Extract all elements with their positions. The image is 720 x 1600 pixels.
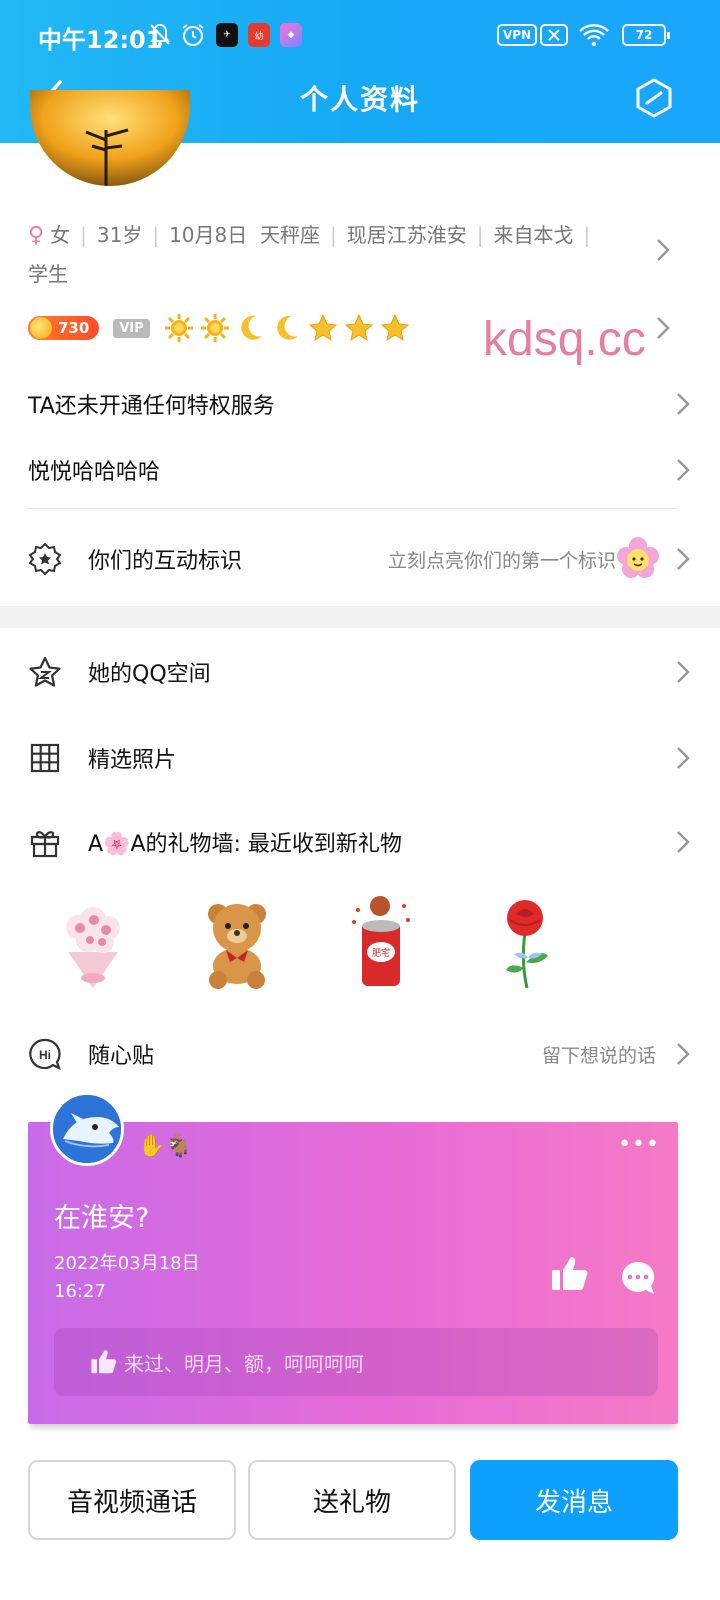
gift-wall-row[interactable]: A🌸A的礼物墙: 最近收到新礼物 (28, 820, 692, 864)
sticky-note-row[interactable]: Hi 随心贴 留下想说的话 (28, 1032, 692, 1076)
chevron-right-icon (657, 317, 670, 339)
profile-info[interactable]: ♀ 女 | 31岁 | 10月8日 天秤座 | 现居江苏淮安 | 来自本戈 |学生 (28, 216, 618, 293)
thumbs-up-icon (91, 1350, 117, 1374)
flower-face-icon (616, 536, 660, 584)
app-notification-icon: ✈ (216, 20, 238, 50)
sim-off-icon (540, 20, 568, 50)
send-gift-button[interactable]: 送礼物 (248, 1460, 456, 1540)
bottom-action-bar: 音视频通话 送礼物 发消息 (0, 1440, 720, 1600)
chevron-right-icon (677, 548, 690, 570)
divider (28, 508, 678, 509)
star-level-icon (380, 313, 409, 342)
battery-icon: 72 (622, 20, 670, 50)
status-time: 中午12:01 (38, 26, 163, 54)
profile-avatar[interactable] (30, 90, 190, 186)
hexagon-edit-icon (636, 78, 672, 118)
star-level-icon (344, 313, 373, 342)
chevron-right-icon (677, 661, 690, 683)
card-time: 16:27 (54, 1281, 106, 1302)
hometown: 来自本戈 (493, 223, 574, 247)
moon-level-icon (277, 315, 298, 340)
chevron-right-icon (657, 239, 670, 261)
zodiac: 天秤座 (259, 223, 320, 247)
soda-can-icon[interactable]: 肥宅 (336, 892, 426, 992)
star-level-icon (308, 313, 337, 342)
moon-level-icon (241, 315, 262, 340)
interaction-label: 你们的互动标识 (88, 549, 243, 574)
grid-icon (28, 741, 62, 775)
level-badge: 730 (28, 316, 100, 340)
card-datetime: 2022年03月18日 16:27 (54, 1250, 200, 1306)
interaction-mark-row[interactable]: 你们的互动标识 立刻点亮你们的第一个标识 (28, 536, 692, 582)
chevron-right-icon (677, 747, 690, 769)
watermark: kdsq.cc (483, 313, 646, 366)
privilege-row[interactable]: TA还未开通任何特权服务 (28, 384, 692, 424)
birthday: 10月8日 (169, 223, 248, 247)
gift-icon (28, 825, 62, 859)
hi-bubble-icon: Hi (28, 1037, 62, 1071)
gift-list: 肥宅 (48, 892, 570, 992)
qzone-row[interactable]: 她的QQ空间 (28, 650, 692, 694)
bouquet-icon[interactable] (48, 892, 138, 992)
edit-settings-button[interactable] (632, 76, 676, 120)
sun-level-icon (200, 314, 229, 342)
reply-text: 来过、明月、额，呵呵呵呵 (124, 1351, 364, 1376)
gift-wall-label: A🌸A的礼物墙: 最近收到新礼物 (88, 832, 402, 857)
photos-row[interactable]: 精选照片 (28, 736, 692, 780)
comment-icon[interactable] (620, 1260, 656, 1296)
mute-bell-icon (148, 20, 172, 50)
level-badges[interactable]: 730 VIP (28, 313, 410, 343)
signature-row[interactable]: 悦悦哈哈哈哈 (28, 450, 692, 490)
age: 31岁 (96, 223, 143, 247)
wifi-icon (578, 20, 610, 50)
teddy-bear-icon[interactable] (192, 892, 282, 992)
svg-text:肥宅: 肥宅 (372, 947, 390, 959)
rose-icon[interactable] (480, 892, 570, 992)
privilege-text: TA还未开通任何特权服务 (28, 394, 275, 419)
gender: 女 (50, 223, 71, 247)
reply-bar[interactable]: 来过、明月、额，呵呵呵呵 (54, 1328, 658, 1396)
interaction-hint: 立刻点亮你们的第一个标识 (387, 549, 616, 572)
send-message-button[interactable]: 发消息 (470, 1460, 678, 1540)
vpn-icon: VPN (497, 20, 538, 50)
coin-icon (30, 317, 52, 339)
app-notification-icon: ◆ (280, 20, 302, 50)
sticky-note-hint: 留下想说的话 (541, 1044, 656, 1067)
signature-text: 悦悦哈哈哈哈 (28, 460, 161, 485)
vip-badge: VIP (113, 318, 150, 338)
chevron-right-icon (677, 1043, 690, 1065)
av-call-button[interactable]: 音视频通话 (28, 1460, 236, 1540)
location: 现居江苏淮安 (346, 223, 467, 247)
qzone-label: 她的QQ空间 (88, 662, 211, 687)
sticky-note-card[interactable]: ✋🐐 ••• 在淮安? 2022年03月18日 16:27 来过、明月、额，呵呵… (28, 1092, 678, 1424)
card-date: 2022年03月18日 (54, 1253, 200, 1274)
sticky-note-label: 随心贴 (88, 1044, 155, 1069)
dolphin-avatar[interactable] (50, 1092, 124, 1166)
alarm-icon (180, 20, 206, 50)
chevron-right-icon (677, 459, 690, 481)
status-bar: 中午12:01 ✈ 幼 ◆ VPN 72 (0, 0, 720, 70)
photos-label: 精选照片 (88, 748, 177, 773)
star-outline-icon (28, 655, 62, 689)
chevron-right-icon (677, 831, 690, 853)
card-title: 在淮安? (54, 1203, 150, 1234)
occupation: 学生 (28, 262, 68, 286)
more-options-icon[interactable]: ••• (618, 1134, 660, 1156)
female-icon: ♀ (28, 223, 45, 248)
card-emojis: ✋🐐 (138, 1134, 193, 1159)
svg-text:Hi: Hi (39, 1048, 51, 1062)
badge-star-icon (28, 542, 62, 576)
section-divider (0, 606, 720, 628)
sun-level-icon (164, 314, 193, 342)
thumbs-up-icon[interactable] (550, 1254, 590, 1294)
app-notification-icon: 幼 (248, 20, 270, 50)
chevron-right-icon (677, 393, 690, 415)
